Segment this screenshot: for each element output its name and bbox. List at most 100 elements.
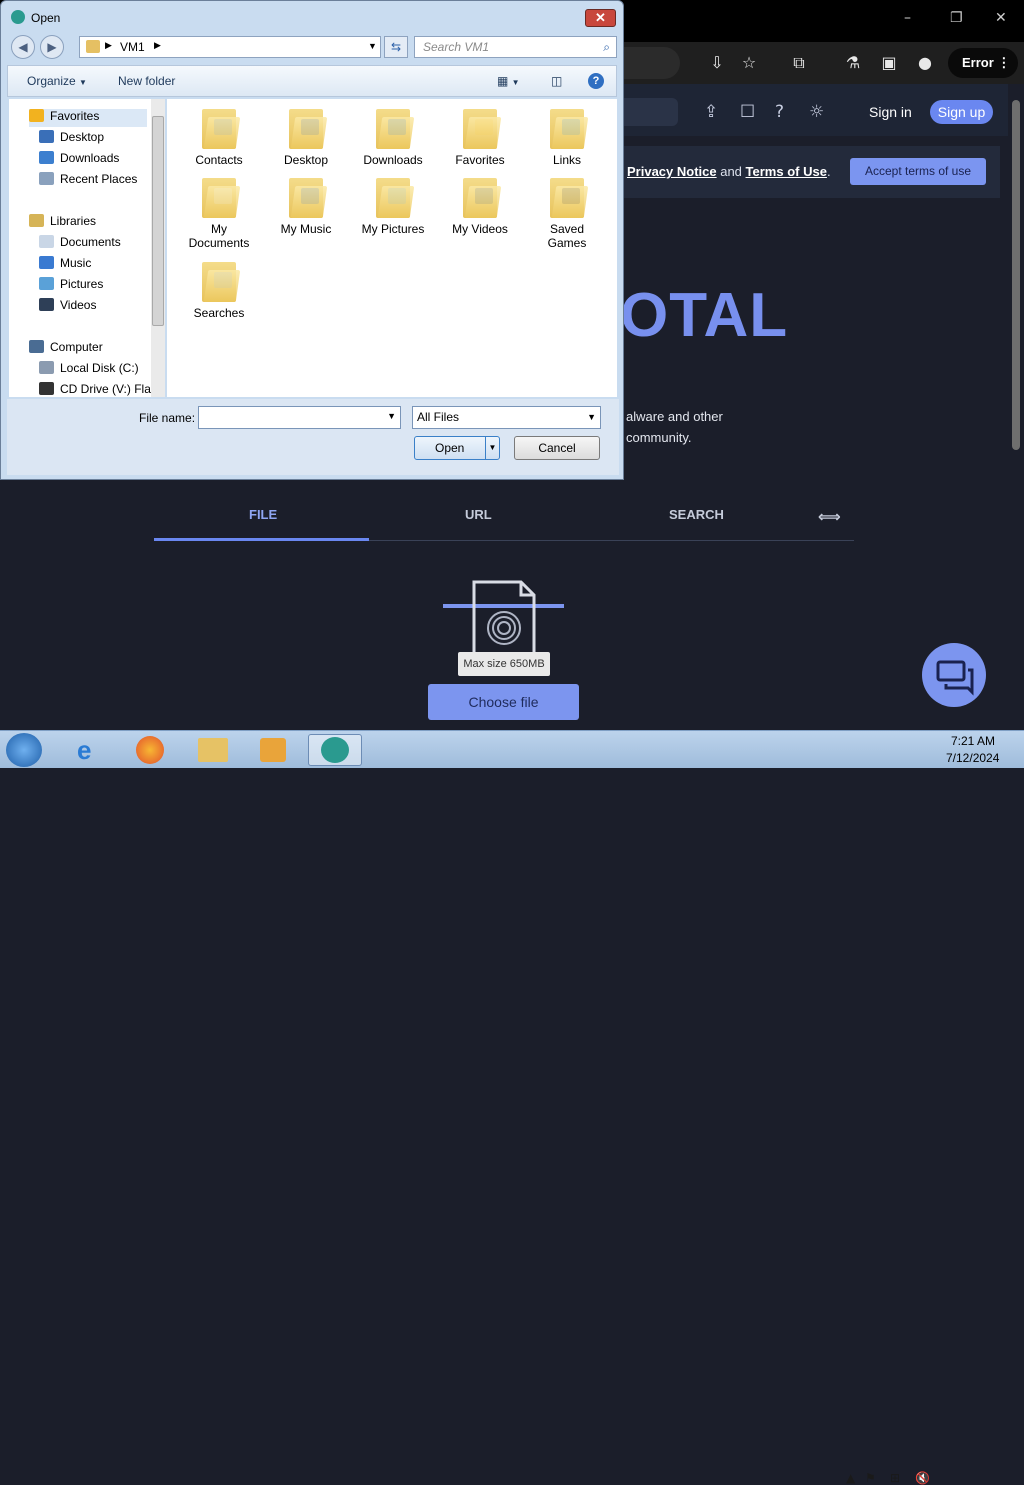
tab-file[interactable]: FILE xyxy=(249,507,277,522)
downloads-folder-icon xyxy=(374,105,415,149)
page-scrollbar-thumb[interactable] xyxy=(1012,100,1020,450)
upload-icon[interactable]: ⇪ xyxy=(704,102,718,122)
nav-favorites[interactable]: Favorites xyxy=(29,109,147,127)
internet-explorer-icon[interactable]: e xyxy=(64,734,118,766)
file-type-select[interactable]: All Files ▼ xyxy=(412,406,601,429)
profile-avatar-icon[interactable]: ● xyxy=(914,52,936,74)
close-window-button[interactable]: ✕ xyxy=(995,10,1007,26)
file-name-dropdown-icon[interactable]: ▼ xyxy=(387,411,396,421)
folder-links[interactable]: Links xyxy=(529,105,605,167)
pictures-folder-icon xyxy=(374,174,415,218)
nav-label: Documents xyxy=(60,235,121,249)
forward-button[interactable]: ▶ xyxy=(40,35,64,59)
nav-desktop[interactable]: Desktop xyxy=(39,130,104,144)
active-tab-indicator xyxy=(154,538,369,541)
open-label: Open xyxy=(435,441,465,455)
nav-label: Videos xyxy=(60,298,97,312)
start-button[interactable] xyxy=(6,733,42,767)
folder-my-documents[interactable]: My Documents xyxy=(181,174,257,250)
nav-recent-places[interactable]: Recent Places xyxy=(39,172,137,186)
volume-muted-icon[interactable]: 🔇 xyxy=(915,1471,930,1485)
labs-flask-icon[interactable]: ⚗ xyxy=(842,52,864,74)
folder-my-pictures[interactable]: My Pictures xyxy=(355,174,431,236)
refresh-button[interactable]: ⇆ xyxy=(384,36,408,58)
folder-searches[interactable]: Searches xyxy=(181,258,257,320)
breadcrumb-arrow-icon[interactable]: ▶ xyxy=(154,40,161,51)
file-explorer-icon[interactable] xyxy=(186,734,240,766)
folder-contacts[interactable]: Contacts xyxy=(181,105,257,167)
tab-search[interactable]: SEARCH xyxy=(669,507,724,522)
cancel-button[interactable]: Cancel xyxy=(514,436,600,460)
chevron-down-icon: ▼ xyxy=(587,412,596,422)
minimize-button[interactable]: – xyxy=(904,10,911,26)
folder-my-music[interactable]: My Music xyxy=(268,174,344,236)
help-icon[interactable]: ? xyxy=(775,102,784,122)
new-folder-button[interactable]: New folder xyxy=(118,74,175,88)
nav-documents[interactable]: Documents xyxy=(39,235,121,249)
nav-computer[interactable]: Computer xyxy=(29,340,103,354)
nav-music[interactable]: Music xyxy=(39,256,91,270)
bookmark-star-icon[interactable]: ☆ xyxy=(738,52,760,74)
nav-pictures[interactable]: Pictures xyxy=(39,277,103,291)
media-player-icon[interactable] xyxy=(246,734,300,766)
tab-url[interactable]: URL xyxy=(465,507,492,522)
folder-saved-games[interactable]: Saved Games xyxy=(529,174,605,250)
show-hidden-icons[interactable]: ▲ xyxy=(846,1471,855,1485)
open-dropdown-icon[interactable]: ▼ xyxy=(485,437,499,459)
accept-terms-button[interactable]: Accept terms of use xyxy=(850,158,986,185)
command-bar: Organize ▼ New folder ▦ ▼ ◫ ? xyxy=(7,65,617,97)
network-icon[interactable]: ⊞ xyxy=(890,1471,900,1485)
notifications-icon[interactable]: ☐ xyxy=(740,102,755,122)
file-name-input[interactable]: ▼ xyxy=(198,406,401,429)
install-app-icon[interactable]: ⇩ xyxy=(706,52,728,74)
nav-label: Local Disk (C:) xyxy=(60,361,139,375)
nav-scrollbar-thumb[interactable] xyxy=(152,116,164,326)
star-icon xyxy=(29,109,44,122)
description-line-1: alware and other xyxy=(626,409,723,424)
firefox-icon[interactable] xyxy=(124,734,178,766)
chat-button[interactable] xyxy=(922,643,986,707)
terms-of-use-link[interactable]: Terms of Use xyxy=(746,164,827,179)
nav-label: Downloads xyxy=(60,151,120,165)
error-button[interactable]: Error ⋮ xyxy=(948,48,1018,78)
folder-downloads[interactable]: Downloads xyxy=(355,105,431,167)
folder-label: My Music xyxy=(280,222,332,236)
chat-icon xyxy=(936,660,974,696)
dialog-close-button[interactable]: ✕ xyxy=(585,9,616,27)
side-panel-icon[interactable]: ▣ xyxy=(878,52,900,74)
folder-desktop[interactable]: Desktop xyxy=(268,105,344,167)
folder-label: My Pictures xyxy=(361,222,425,236)
nav-libraries[interactable]: Libraries xyxy=(29,214,96,228)
back-button[interactable]: ◀ xyxy=(11,35,35,59)
organize-button[interactable]: Organize ▼ xyxy=(27,74,87,88)
view-options-icon[interactable]: ▦ ▼ xyxy=(497,74,520,88)
folder-my-videos[interactable]: My Videos xyxy=(442,174,518,236)
nav-videos[interactable]: Videos xyxy=(39,298,96,312)
terms-text: Privacy Notice and Terms of Use. xyxy=(627,164,831,179)
preview-pane-icon[interactable]: ◫ xyxy=(551,74,562,88)
nav-local-disk[interactable]: Local Disk (C:) xyxy=(39,361,139,375)
choose-file-button[interactable]: Choose file xyxy=(428,684,579,720)
privacy-notice-link[interactable]: Privacy Notice xyxy=(627,164,717,179)
folder-favorites[interactable]: Favorites xyxy=(442,105,518,167)
address-dropdown-icon[interactable]: ▼ xyxy=(368,41,377,51)
breadcrumb-vm1[interactable]: VM1 xyxy=(120,40,145,54)
nav-cd-drive[interactable]: CD Drive (V:) Flat xyxy=(39,382,154,396)
nav-label: CD Drive (V:) Flat xyxy=(60,382,155,396)
theme-toggle-icon[interactable]: ☼ xyxy=(809,102,824,122)
sign-in-link[interactable]: Sign in xyxy=(869,104,912,120)
clock-time[interactable]: 7:21 AM xyxy=(951,734,995,748)
restore-button[interactable]: ❐ xyxy=(950,10,963,26)
extensions-icon[interactable]: ⧉ xyxy=(788,52,810,74)
address-breadcrumb[interactable]: ▶ VM1 ▶ ▼ xyxy=(79,36,381,58)
active-app-icon[interactable] xyxy=(308,734,362,766)
sign-up-button[interactable]: Sign up xyxy=(930,100,993,124)
help-icon[interactable]: ? xyxy=(588,73,604,89)
action-center-flag-icon[interactable]: ⚑ xyxy=(865,1471,876,1485)
clock-date[interactable]: 7/12/2024 xyxy=(946,751,999,765)
search-input[interactable]: Search VM1 ⌕ xyxy=(414,36,617,58)
nav-downloads[interactable]: Downloads xyxy=(39,151,119,165)
tab-advanced-icon[interactable]: ⟺ xyxy=(818,507,841,526)
taskbar: e ▲ ⚑ ⊞ 🔇 xyxy=(0,730,1024,1485)
open-button[interactable]: Open ▼ xyxy=(414,436,500,460)
